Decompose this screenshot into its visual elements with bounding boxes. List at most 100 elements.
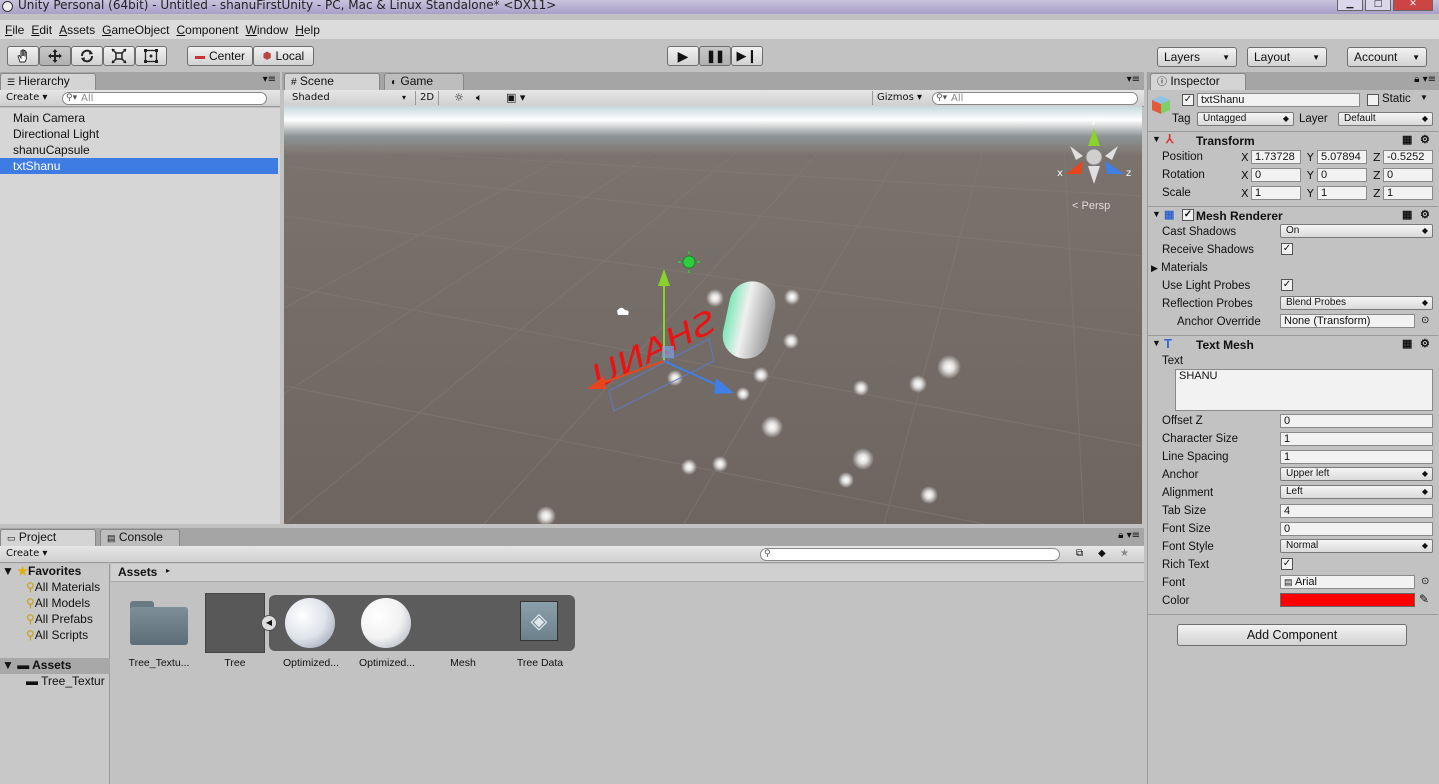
menu-help[interactable]: Help bbox=[295, 23, 327, 37]
scale-tool-button[interactable] bbox=[103, 46, 135, 66]
persp-label[interactable]: < Persp bbox=[1072, 200, 1110, 212]
tab-scene[interactable]: # Scene bbox=[284, 73, 380, 90]
alignment-dropdown[interactable]: Left ◆ bbox=[1280, 485, 1433, 499]
text-mesh-component-header[interactable]: ▼ T Text Mesh ▦ ⚙ bbox=[1148, 335, 1438, 352]
eyedropper-icon[interactable]: ✎ bbox=[1419, 592, 1429, 606]
layers-dropdown[interactable]: Layers ▼ bbox=[1157, 47, 1237, 67]
hierarchy-create-button[interactable]: Create ▾ bbox=[2, 91, 51, 105]
favorite-all-models[interactable]: ⚲All Models bbox=[26, 596, 90, 610]
line-spacing-input[interactable]: 1 bbox=[1280, 450, 1433, 464]
gameobject-active-checkbox[interactable]: ✓ bbox=[1182, 94, 1194, 106]
breadcrumb-assets[interactable]: Assets bbox=[118, 565, 157, 579]
tab-size-input[interactable]: 4 bbox=[1280, 504, 1433, 518]
hierarchy-search-input[interactable]: ⚲▾ All bbox=[62, 92, 267, 105]
scale-y-input[interactable]: 1 bbox=[1317, 186, 1367, 200]
hierarchy-item-main-camera[interactable]: Main Camera bbox=[0, 110, 278, 126]
folder-tree-textures[interactable]: ▬ Tree_Textur bbox=[26, 674, 105, 688]
pause-button[interactable]: ❚❚ bbox=[699, 46, 731, 66]
offset-z-input[interactable]: 0 bbox=[1280, 414, 1433, 428]
layout-dropdown[interactable]: Layout ▼ bbox=[1247, 47, 1327, 67]
shading-mode-dropdown[interactable]: Shaded ▾ bbox=[288, 91, 408, 105]
rich-text-checkbox[interactable]: ✓ bbox=[1281, 558, 1293, 570]
maximize-icon[interactable]: □ bbox=[1365, 0, 1391, 11]
anchor-dropdown[interactable]: Upper left ◆ bbox=[1280, 467, 1433, 481]
asset-prefab-tree[interactable] bbox=[205, 593, 265, 653]
position-y-input[interactable]: 5.07894 bbox=[1317, 150, 1367, 164]
panel-menu-icon[interactable]: 🔒︎ ▾≡ bbox=[1414, 74, 1436, 85]
project-search-input[interactable]: ⚲ bbox=[760, 548, 1060, 561]
tab-console[interactable]: ▤ Console bbox=[100, 529, 180, 546]
text-value-textarea[interactable]: SHANU bbox=[1175, 369, 1433, 411]
static-dropdown-arrow-icon[interactable]: ▼ bbox=[1420, 93, 1428, 102]
layer-dropdown[interactable]: Default ◆ bbox=[1338, 112, 1433, 126]
effects-image-icon[interactable]: ▣ ▾ bbox=[502, 91, 529, 105]
rotation-z-input[interactable]: 0 bbox=[1383, 168, 1433, 182]
scale-x-input[interactable]: 1 bbox=[1251, 186, 1301, 200]
filter-label-icon[interactable]: ◆ bbox=[1094, 547, 1110, 561]
mesh-renderer-enabled-checkbox[interactable]: ✓ bbox=[1182, 209, 1194, 221]
panel-menu-icon[interactable]: ▾≡ bbox=[263, 74, 276, 85]
scale-z-input[interactable]: 1 bbox=[1383, 186, 1433, 200]
collapse-arrow-icon[interactable]: ◀ bbox=[261, 615, 277, 631]
font-size-input[interactable]: 0 bbox=[1280, 522, 1433, 536]
move-tool-button[interactable] bbox=[39, 46, 71, 66]
tab-hierarchy[interactable]: ☰ Hierarchy bbox=[0, 73, 96, 90]
position-x-input[interactable]: 1.73728 bbox=[1251, 150, 1301, 164]
panel-menu-icon[interactable]: 🔒︎ ▾≡ bbox=[1118, 530, 1140, 541]
scene-lighting-icon[interactable]: ☼ bbox=[450, 91, 468, 105]
asset-material-sphere[interactable] bbox=[285, 598, 335, 648]
menu-window[interactable]: Window bbox=[246, 23, 296, 37]
pivot-center-button[interactable]: ▬ Center bbox=[187, 46, 253, 66]
gear-icon[interactable]: ⚙ bbox=[1420, 337, 1430, 350]
help-book-icon[interactable]: ▦ bbox=[1402, 337, 1412, 350]
panel-menu-icon[interactable]: ▾≡ bbox=[1127, 74, 1140, 85]
object-picker-icon[interactable]: ⊙ bbox=[1421, 315, 1429, 326]
scene-search-input[interactable]: ⚲▾ All bbox=[932, 92, 1138, 105]
capsule-object[interactable] bbox=[718, 277, 779, 363]
pivot-local-button[interactable]: ⬢ Local bbox=[253, 46, 314, 66]
use-light-probes-checkbox[interactable]: ✓ bbox=[1281, 279, 1293, 291]
hierarchy-item-directional-light[interactable]: Directional Light bbox=[0, 126, 278, 142]
audio-icon[interactable]: 🔈︎ bbox=[472, 91, 487, 105]
asset-material-sphere[interactable] bbox=[361, 598, 411, 648]
assets-root-folder[interactable]: ▼ ▬ Assets bbox=[0, 658, 110, 674]
receive-shadows-checkbox[interactable]: ✓ bbox=[1281, 243, 1293, 255]
menu-assets[interactable]: Assets bbox=[59, 23, 102, 37]
reflection-probes-dropdown[interactable]: Blend Probes ◆ bbox=[1280, 296, 1433, 310]
menu-edit[interactable]: Edit bbox=[31, 23, 59, 37]
character-size-input[interactable]: 1 bbox=[1280, 432, 1433, 446]
menu-file[interactable]: File bbox=[5, 23, 31, 37]
tab-inspector[interactable]: ⓘ Inspector bbox=[1150, 73, 1246, 90]
add-component-button[interactable]: Add Component bbox=[1177, 624, 1407, 646]
menu-gameobject[interactable]: GameObject bbox=[102, 23, 176, 37]
play-button[interactable]: ▶ bbox=[667, 46, 699, 66]
transform-component-header[interactable]: ▼ ⅄ Transform ▦ ⚙ bbox=[1148, 131, 1438, 148]
gear-icon[interactable]: ⚙ bbox=[1420, 133, 1430, 146]
rotate-tool-button[interactable] bbox=[71, 46, 103, 66]
help-book-icon[interactable]: ▦ bbox=[1402, 208, 1412, 221]
tab-game[interactable]: ◐ Game bbox=[384, 73, 464, 90]
filter-type-icon[interactable]: ⧉ bbox=[1072, 547, 1087, 561]
project-create-button[interactable]: Create ▾ bbox=[2, 547, 51, 561]
favorites-header[interactable]: ▼ ★Favorites bbox=[2, 564, 81, 578]
2d-toggle[interactable]: 2D bbox=[415, 91, 440, 105]
hierarchy-item-txtshanu[interactable]: txtShanu bbox=[0, 158, 278, 174]
anchor-override-field[interactable]: None (Transform) bbox=[1280, 314, 1415, 328]
minimize-icon[interactable]: ▁ bbox=[1337, 0, 1363, 11]
font-style-dropdown[interactable]: Normal ◆ bbox=[1280, 539, 1433, 553]
rotation-x-input[interactable]: 0 bbox=[1251, 168, 1301, 182]
asset-folder-tree-textures[interactable] bbox=[130, 597, 188, 645]
favorite-all-prefabs[interactable]: ⚲All Prefabs bbox=[26, 612, 93, 626]
camera-object-icon[interactable] bbox=[617, 307, 629, 315]
help-book-icon[interactable]: ▦ bbox=[1402, 133, 1412, 146]
materials-foldout[interactable]: ▶ Materials bbox=[1151, 262, 1208, 274]
rect-tool-button[interactable] bbox=[135, 46, 167, 66]
position-z-input[interactable]: -0.5252 bbox=[1383, 150, 1433, 164]
tab-project[interactable]: ▭ Project bbox=[0, 529, 96, 546]
gizmos-dropdown[interactable]: Gizmos ▾ bbox=[872, 91, 926, 105]
mesh-renderer-component-header[interactable]: ▼ ▦ ✓ Mesh Renderer ▦ ⚙ bbox=[1148, 206, 1438, 223]
scene-orientation-gizmo[interactable]: y x z bbox=[1057, 115, 1131, 184]
cast-shadows-dropdown[interactable]: On ◆ bbox=[1280, 224, 1433, 238]
hand-tool-button[interactable] bbox=[7, 46, 39, 66]
font-field[interactable]: ▤ Arial bbox=[1280, 575, 1415, 589]
